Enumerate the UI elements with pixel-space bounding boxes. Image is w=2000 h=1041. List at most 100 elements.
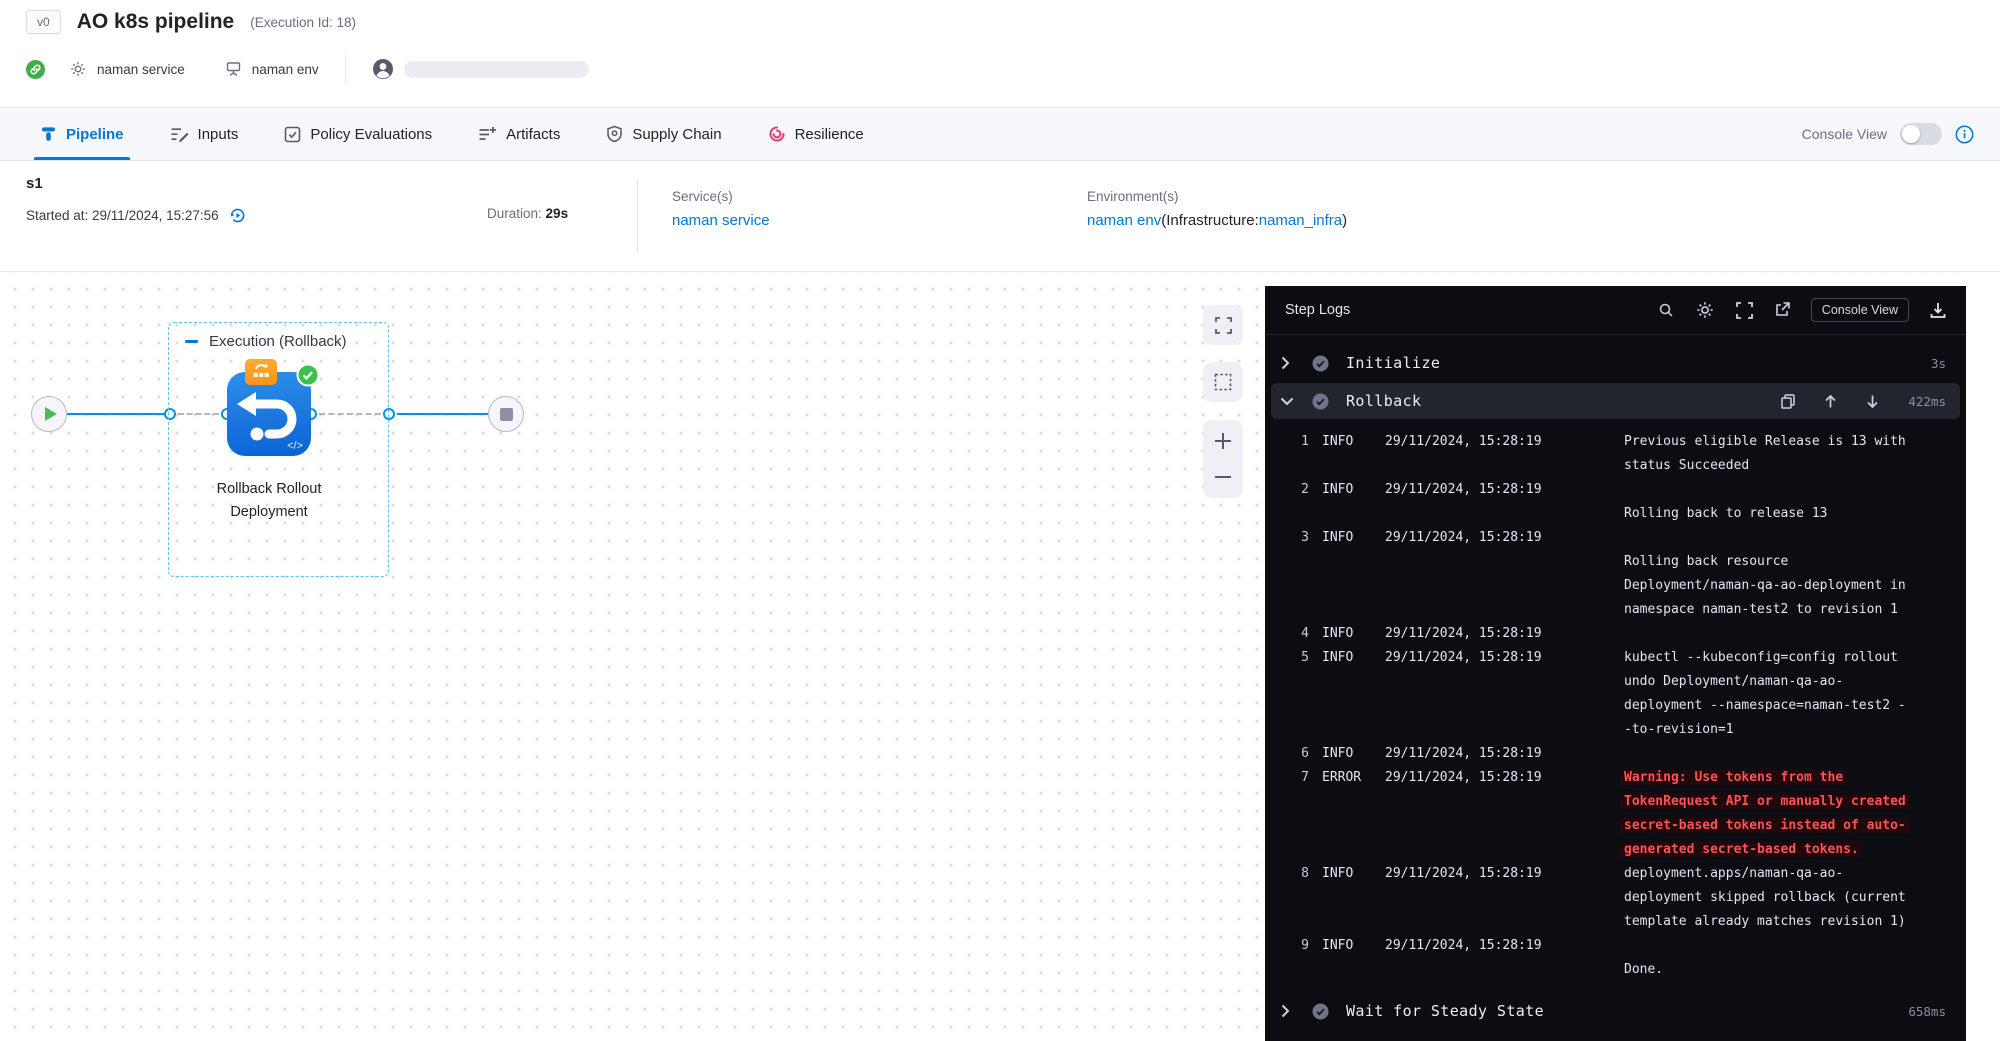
tab-pipeline[interactable]: Pipeline	[40, 108, 124, 160]
chevron-right-icon[interactable]	[1280, 356, 1302, 370]
gear-icon	[69, 60, 87, 78]
marquee-select-button[interactable]	[1203, 362, 1243, 402]
services-label: Service(s)	[672, 189, 770, 204]
log-message: Deployment/naman-qa-ao-deployment in	[1624, 578, 1906, 593]
log-row: secret-based tokens instead of auto-	[1265, 818, 1966, 842]
step-logs-header: Step Logs Console View	[1265, 286, 1966, 335]
infrastructure-link[interactable]: naman_infra	[1259, 212, 1342, 229]
log-row: Deployment/naman-qa-ao-deployment in	[1265, 578, 1966, 602]
tab-label: Artifacts	[506, 126, 560, 143]
zoom-out-button[interactable]	[1213, 467, 1233, 487]
log-line-number: 5	[1293, 650, 1309, 665]
log-row: 8 INFO 29/11/2024, 15:28:19 deployment.a…	[1265, 866, 1966, 890]
zoom-in-button[interactable]	[1213, 431, 1233, 451]
redacted-user-email	[404, 61, 589, 78]
service-chip: naman service	[97, 62, 185, 77]
log-row: 6 INFO 29/11/2024, 15:28:19	[1265, 746, 1966, 770]
zoom-controls	[1203, 420, 1243, 498]
step-logs-panel: Step Logs Console View	[1265, 286, 1966, 1041]
environment-link[interactable]: naman env	[1087, 212, 1161, 229]
tab-inputs[interactable]: Inputs	[170, 108, 239, 160]
log-row: generated secret-based tokens.	[1265, 842, 1966, 866]
stop-icon	[500, 408, 513, 421]
log-message: kubectl --kubeconfig=config rollout	[1624, 650, 1898, 665]
log-line-number: 6	[1293, 746, 1309, 761]
log-level: INFO	[1322, 866, 1353, 881]
environments-label: Environment(s)	[1087, 189, 1347, 204]
fit-view-button[interactable]	[1203, 305, 1243, 345]
infrastructure-open: (Infrastructure:	[1161, 212, 1259, 229]
execution-id: (Execution Id: 18)	[250, 15, 356, 30]
step-row-rollback[interactable]: Rollback 422ms	[1271, 383, 1960, 419]
log-row: Rolling back resource	[1265, 554, 1966, 578]
pipeline-icon	[40, 125, 57, 143]
log-timestamp: 29/11/2024, 15:28:19	[1385, 770, 1542, 785]
log-level: INFO	[1322, 482, 1353, 497]
step-row-wait-for-steady-state[interactable]: Wait for Steady State 658ms	[1265, 992, 1966, 1030]
step-row-initialize[interactable]: Initialize 3s	[1265, 345, 1966, 381]
tab-label: Supply Chain	[632, 126, 721, 143]
log-timestamp: 29/11/2024, 15:28:19	[1385, 866, 1542, 881]
step-status-icon	[1311, 392, 1330, 411]
tab-artifacts[interactable]: Artifacts	[478, 108, 560, 160]
environments-column: Environment(s) naman env(Infrastructure:…	[1087, 189, 1347, 229]
log-level: INFO	[1322, 434, 1353, 449]
log-row: namespace naman-test2 to revision 1	[1265, 602, 1966, 626]
chevron-down-icon[interactable]	[1280, 396, 1302, 406]
service-link[interactable]: naman service	[672, 212, 770, 229]
page-header: v0 AO k8s pipeline (Execution Id: 18) na…	[0, 0, 2000, 107]
artifacts-icon	[478, 126, 497, 142]
log-message: namespace naman-test2 to revision 1	[1624, 602, 1898, 617]
log-message: generated secret-based tokens.	[1620, 842, 1863, 857]
group-label: Execution (Rollback)	[209, 333, 347, 350]
fullscreen-icon[interactable]	[1736, 302, 1753, 319]
log-timestamp: 29/11/2024, 15:28:19	[1385, 938, 1542, 953]
toggle-knob	[1902, 125, 1920, 143]
log-timestamp: 29/11/2024, 15:28:19	[1385, 530, 1542, 545]
tab-supply-chain[interactable]: Supply Chain	[606, 108, 721, 160]
step-node-label: Rollback Rollout Deployment	[194, 478, 344, 524]
log-message: -to-revision=1	[1624, 722, 1734, 737]
info-icon[interactable]	[1955, 125, 1974, 144]
log-row: status Succeeded	[1265, 458, 1966, 482]
log-message: deployment skipped rollback (current	[1624, 890, 1906, 905]
log-settings-icon[interactable]	[1695, 300, 1715, 320]
download-logs-icon[interactable]	[1930, 302, 1946, 319]
copy-logs-icon[interactable]	[1781, 394, 1795, 409]
tab-policy-evaluations[interactable]: Policy Evaluations	[284, 108, 432, 160]
log-row: template already matches revision 1)	[1265, 914, 1966, 938]
log-lines: 1 INFO 29/11/2024, 15:28:19 Previous eli…	[1265, 434, 1966, 986]
log-message: deployment.apps/naman-qa-ao-	[1624, 866, 1843, 881]
log-row: 9 INFO 29/11/2024, 15:28:19	[1265, 938, 1966, 962]
log-level: ERROR	[1322, 770, 1361, 785]
stage-name: s1	[26, 175, 43, 192]
step-duration: 422ms	[1908, 394, 1946, 409]
log-timestamp: 29/11/2024, 15:28:19	[1385, 482, 1542, 497]
tab-bar: Pipeline Inputs Policy Evaluations Artif…	[0, 107, 2000, 161]
log-message: Rolling back resource	[1624, 554, 1788, 569]
step-logs-title: Step Logs	[1285, 302, 1350, 318]
search-icon[interactable]	[1658, 302, 1674, 318]
console-view-toggle[interactable]	[1900, 123, 1942, 145]
scroll-to-top-icon[interactable]	[1824, 394, 1837, 409]
scroll-to-bottom-icon[interactable]	[1866, 394, 1879, 409]
log-message: status Succeeded	[1624, 458, 1749, 473]
services-column: Service(s) naman service	[672, 189, 770, 229]
rollback-step-node[interactable]: </>	[227, 372, 311, 456]
console-view-button[interactable]: Console View	[1811, 298, 1909, 322]
code-icon: </>	[287, 440, 303, 452]
tab-label: Policy Evaluations	[310, 126, 432, 143]
success-badge-icon	[296, 363, 320, 392]
log-line-number: 7	[1293, 770, 1309, 785]
collapse-group-icon[interactable]	[185, 340, 198, 343]
log-level: INFO	[1322, 746, 1353, 761]
play-icon	[45, 407, 57, 421]
log-row: deployment --namespace=naman-test2 -	[1265, 698, 1966, 722]
open-in-new-icon[interactable]	[1774, 302, 1790, 318]
environment-icon	[225, 61, 242, 77]
execution-history-icon[interactable]	[228, 206, 247, 225]
log-message: Done.	[1624, 962, 1663, 977]
console-view-label: Console View	[1802, 126, 1887, 142]
chevron-right-icon[interactable]	[1280, 1004, 1302, 1018]
tab-resilience[interactable]: Resilience	[768, 108, 864, 160]
